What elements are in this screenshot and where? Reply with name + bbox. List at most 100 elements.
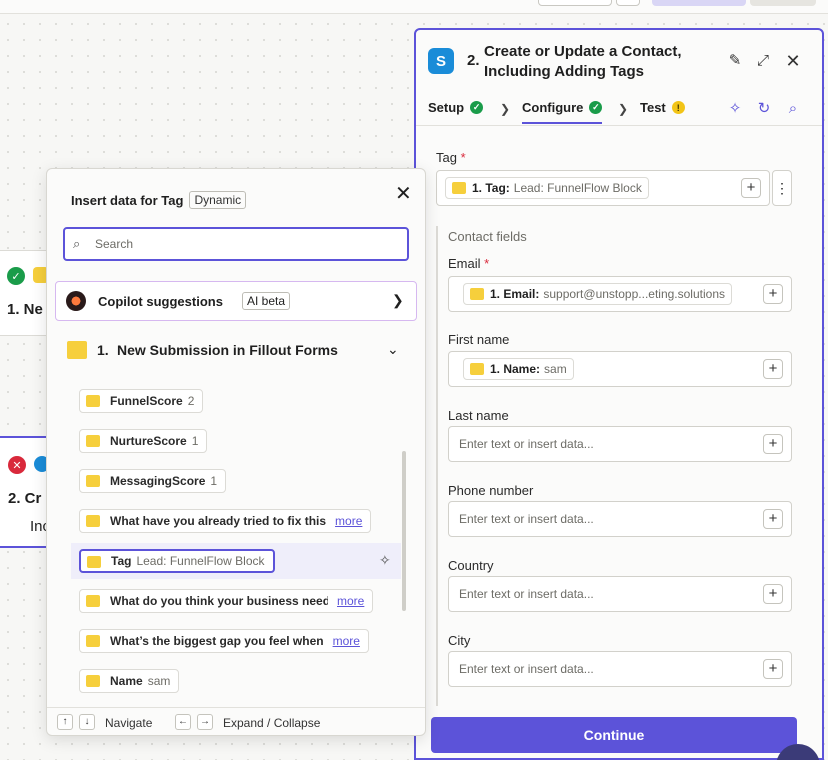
list-item[interactable]: MessagingScore 1 [79,469,227,493]
close-icon[interactable]: ✕ [784,52,802,70]
search-input[interactable] [95,235,395,253]
more-link[interactable]: more [333,634,360,648]
tag-field[interactable]: 1. Tag: Lead: FunnelFlow Block + [436,170,770,206]
insert-data-popover: Insert data for Tag Dynamic ✕ ⌕ Copilot … [46,168,426,736]
success-icon: ✓ [7,267,25,285]
list-item[interactable]: FunnelScore 2 [79,389,204,413]
more-link[interactable]: more [337,594,364,608]
search-box[interactable]: ⌕ [63,227,409,261]
scrollbar-thumb[interactable] [402,451,406,611]
sparkle-icon[interactable]: ✧ [379,552,391,569]
phone-placeholder: Enter text or insert data... [459,512,594,526]
list-item-selected[interactable]: Tag Lead: FunnelFlow Block [79,549,275,573]
chevron-down-icon: ⌄ [387,341,399,357]
list-item[interactable]: NurtureScore 1 [79,429,208,453]
arrow-up-key-icon: ↑ [57,714,73,730]
last-name-field[interactable]: Enter text or insert data... + [448,426,792,462]
search-icon[interactable]: ⌕ [784,100,802,118]
group-divider [436,226,438,706]
publish-button[interactable] [652,0,746,6]
chevron-right-icon: ❯ [500,102,511,116]
step-title: Create or Update a Contact, Including Ad… [484,43,682,80]
insert-data-button[interactable]: + [763,509,783,529]
tab-label: Setup [428,100,465,115]
chevron-right-icon: ❯ [618,102,629,116]
tab-label: Configure [522,100,584,115]
first-name-field[interactable]: 1. Name: sam + [448,351,792,387]
chevron-right-icon: ❯ [392,292,404,308]
toolbar-button[interactable] [750,0,816,6]
ai-beta-badge: AI beta [242,292,291,310]
tab-configure[interactable]: Configure ✓ [522,100,603,124]
warning-icon: ! [671,101,685,114]
first-name-pill[interactable]: 1. Name: sam [463,358,574,380]
more-options-icon[interactable]: ⋮ [772,170,792,206]
group-number: 1. [97,342,109,358]
expand-icon[interactable]: ⤢ [754,52,772,70]
tab-test[interactable]: Test ! [640,100,685,115]
insert-data-button[interactable]: + [741,178,761,198]
check-icon: ✓ [470,101,484,114]
popover-title: Insert data for Tag Dynamic [71,191,247,209]
rotate-icon[interactable]: ↻ [755,100,773,118]
arrow-down-key-icon: ↓ [79,714,95,730]
check-icon: ✓ [589,101,603,114]
phone-field[interactable]: Enter text or insert data... + [448,501,792,537]
insert-data-button[interactable]: + [763,284,783,304]
copilot-label: Copilot suggestions [98,294,223,309]
list-item[interactable]: What have you already tried to fix this m… [79,509,372,533]
email-label: Email * [448,256,490,271]
tag-pill[interactable]: 1. Tag: Lead: FunnelFlow Block [445,177,649,199]
section-label: Contact fields [448,229,527,244]
insert-data-button[interactable]: + [763,584,783,604]
close-icon[interactable]: ✕ [395,181,412,206]
fillout-icon [87,556,101,568]
city-placeholder: Enter text or insert data... [459,662,594,676]
node-title: 2. Cr [8,490,42,507]
arrow-right-key-icon: → [197,714,213,730]
sparkle-icon[interactable]: ✧ [726,100,744,118]
arrow-left-key-icon: ← [175,714,191,730]
list-item[interactable]: Name sam [79,669,180,693]
node-title: 1. Ne [7,301,43,318]
data-group-header[interactable]: 1. New Submission in Fillout Forms ⌄ [67,339,407,361]
more-link[interactable]: more [335,514,362,528]
copilot-suggestions[interactable]: Copilot suggestions AI beta ❯ [55,281,417,321]
fillout-icon [86,475,100,487]
fillout-icon [86,635,100,647]
last-name-label: Last name [448,408,509,423]
tab-label: Test [640,100,666,115]
continue-button[interactable]: Continue [431,717,797,753]
step-number: 2. [467,52,480,69]
data-list: FunnelScore 2 NurtureScore 1 MessagingScor… [47,365,407,697]
email-pill[interactable]: 1. Email: support@unstopp...eting.solutio… [463,283,732,305]
search-icon: ⌕ [73,236,81,251]
list-item[interactable]: What do you think your business need more [79,589,374,613]
pencil-icon[interactable]: ✎ [726,52,744,70]
step-panel: S 2. Create or Update a Contact, Includi… [414,28,824,760]
insert-data-button[interactable]: + [763,359,783,379]
popover-footer: ↑ ↓ Navigate ← → Expand / Collapse [47,707,425,737]
toolbar-button[interactable] [616,0,640,6]
group-label: New Submission in Fillout Forms [117,342,338,358]
city-label: City [448,633,471,648]
fillout-icon [86,675,100,687]
country-label: Country [448,558,494,573]
insert-data-button[interactable]: + [763,434,783,454]
country-placeholder: Enter text or insert data... [459,587,594,601]
list-item[interactable]: What’s the biggest gap you feel when more [79,629,369,653]
top-toolbar [0,0,828,14]
step-tabs: Setup ✓ ❯ Configure ✓ ❯ Test ! ✧ ↻ ⌕ [416,94,822,126]
fillout-icon [86,515,100,527]
tag-label: Tag * [436,150,466,165]
city-field[interactable]: Enter text or insert data... + [448,651,792,687]
email-field[interactable]: 1. Email: support@unstopp...eting.solutio… [448,276,792,312]
expand-hint: Expand / Collapse [223,716,321,730]
tab-setup[interactable]: Setup ✓ [428,100,484,115]
country-field[interactable]: Enter text or insert data... + [448,576,792,612]
fillout-icon [470,288,484,300]
first-name-label: First name [448,332,510,347]
toolbar-button[interactable] [538,0,612,6]
fillout-icon [86,435,100,447]
insert-data-button[interactable]: + [763,659,783,679]
